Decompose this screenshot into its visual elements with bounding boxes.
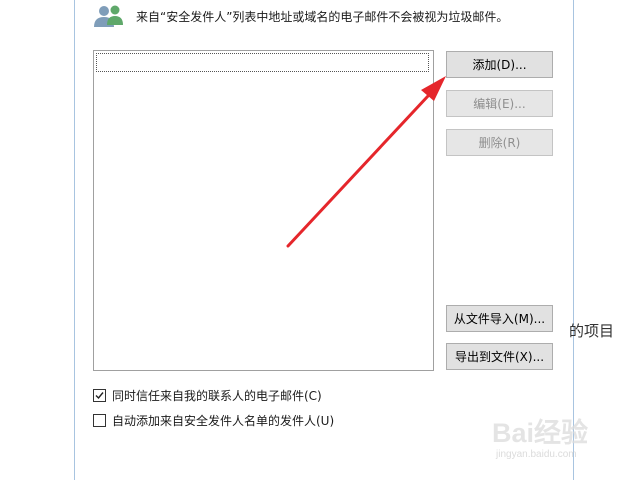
import-from-file-button[interactable]: 从文件导入(M)... — [446, 305, 553, 332]
watermark-url: jingyan.baidu.com — [496, 449, 577, 460]
export-to-file-button[interactable]: 导出到文件(X)... — [446, 343, 553, 370]
delete-button[interactable]: 删除(R) — [446, 129, 553, 156]
info-row: 来自“安全发件人”列表中地址或域名的电子邮件不会被视为垃圾邮件。 — [92, 4, 508, 28]
auto-add-label: 自动添加来自安全发件人名单的发件人(U) — [112, 413, 335, 428]
safe-senders-list[interactable] — [93, 50, 434, 371]
trust-contacts-option[interactable]: 同时信任来自我的联系人的电子邮件(C) — [93, 387, 322, 403]
list-focus-row[interactable] — [96, 53, 429, 72]
info-text: 来自“安全发件人”列表中地址或域名的电子邮件不会被视为垃圾邮件。 — [136, 9, 509, 24]
auto-add-checkbox[interactable] — [93, 413, 106, 427]
checkmark-icon — [95, 391, 104, 399]
add-button[interactable]: 添加(D)... — [446, 51, 553, 78]
auto-add-option[interactable]: 自动添加来自安全发件人名单的发件人(U) — [93, 412, 334, 428]
baidu-watermark: Bai经验 jingyan.baidu.com — [492, 405, 632, 471]
background-partial-text: 的项目 — [569, 322, 615, 340]
screenshot-stage: 来自“安全发件人”列表中地址或域名的电子邮件不会被视为垃圾邮件。 添加(D)..… — [0, 0, 640, 480]
trust-contacts-label: 同时信任来自我的联系人的电子邮件(C) — [112, 388, 322, 403]
trust-contacts-checkbox[interactable] — [93, 388, 106, 402]
edit-button[interactable]: 编辑(E)... — [446, 90, 553, 117]
people-icon — [94, 5, 123, 27]
watermark-logo-text: Bai经验 — [492, 418, 589, 448]
